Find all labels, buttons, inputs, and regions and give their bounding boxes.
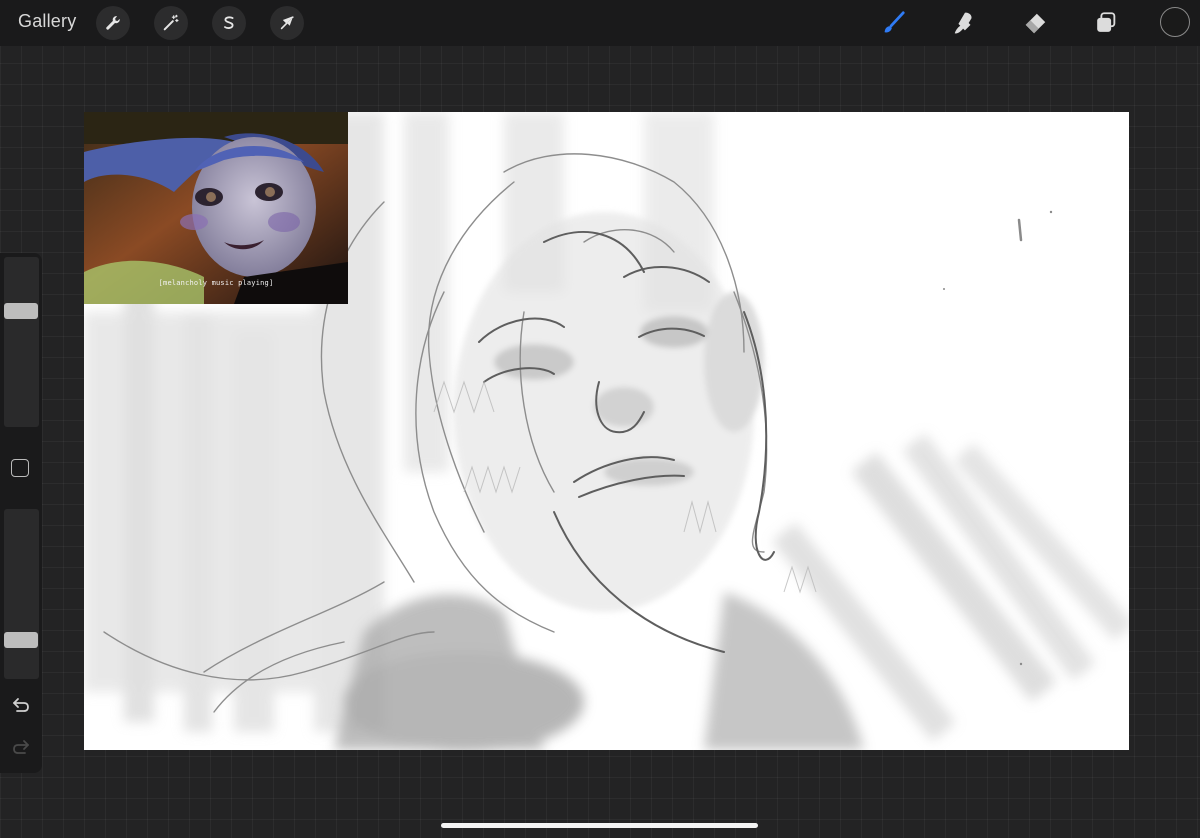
transform-button[interactable]	[270, 6, 304, 40]
top-toolbar: Gallery	[0, 0, 1200, 46]
arrow-cursor-icon	[280, 16, 294, 30]
redo-button[interactable]	[10, 737, 32, 759]
brush-size-slider[interactable]	[4, 257, 39, 427]
brush-tool-button[interactable]	[876, 6, 910, 40]
modify-button[interactable]	[11, 459, 29, 477]
adjustments-button[interactable]	[154, 6, 188, 40]
smudge-tool-button[interactable]	[947, 6, 981, 40]
reference-artwork	[84, 112, 348, 304]
reference-caption: [melancholy music playing]	[158, 279, 274, 287]
home-indicator[interactable]	[441, 823, 758, 828]
selection-button[interactable]	[212, 6, 246, 40]
color-picker-button[interactable]	[1160, 7, 1190, 37]
magic-wand-icon	[163, 14, 179, 31]
undo-button[interactable]	[10, 695, 32, 717]
layers-button[interactable]	[1089, 6, 1123, 40]
brush-icon	[884, 11, 905, 33]
smudge-icon	[954, 12, 972, 34]
selection-s-icon	[224, 16, 234, 29]
undo-icon	[13, 698, 29, 712]
layers-icon	[1097, 12, 1116, 32]
eraser-tool-button[interactable]	[1018, 6, 1052, 40]
opacity-slider[interactable]	[4, 509, 39, 679]
opacity-thumb[interactable]	[4, 632, 38, 649]
wrench-icon	[106, 16, 120, 30]
side-toolbar	[0, 253, 42, 773]
brush-size-thumb[interactable]	[4, 303, 38, 320]
redo-icon	[13, 740, 29, 754]
reference-image[interactable]: [melancholy music playing]	[84, 112, 348, 304]
gallery-button[interactable]: Gallery	[18, 11, 76, 32]
eraser-icon	[1025, 13, 1046, 34]
actions-button[interactable]	[96, 6, 130, 40]
